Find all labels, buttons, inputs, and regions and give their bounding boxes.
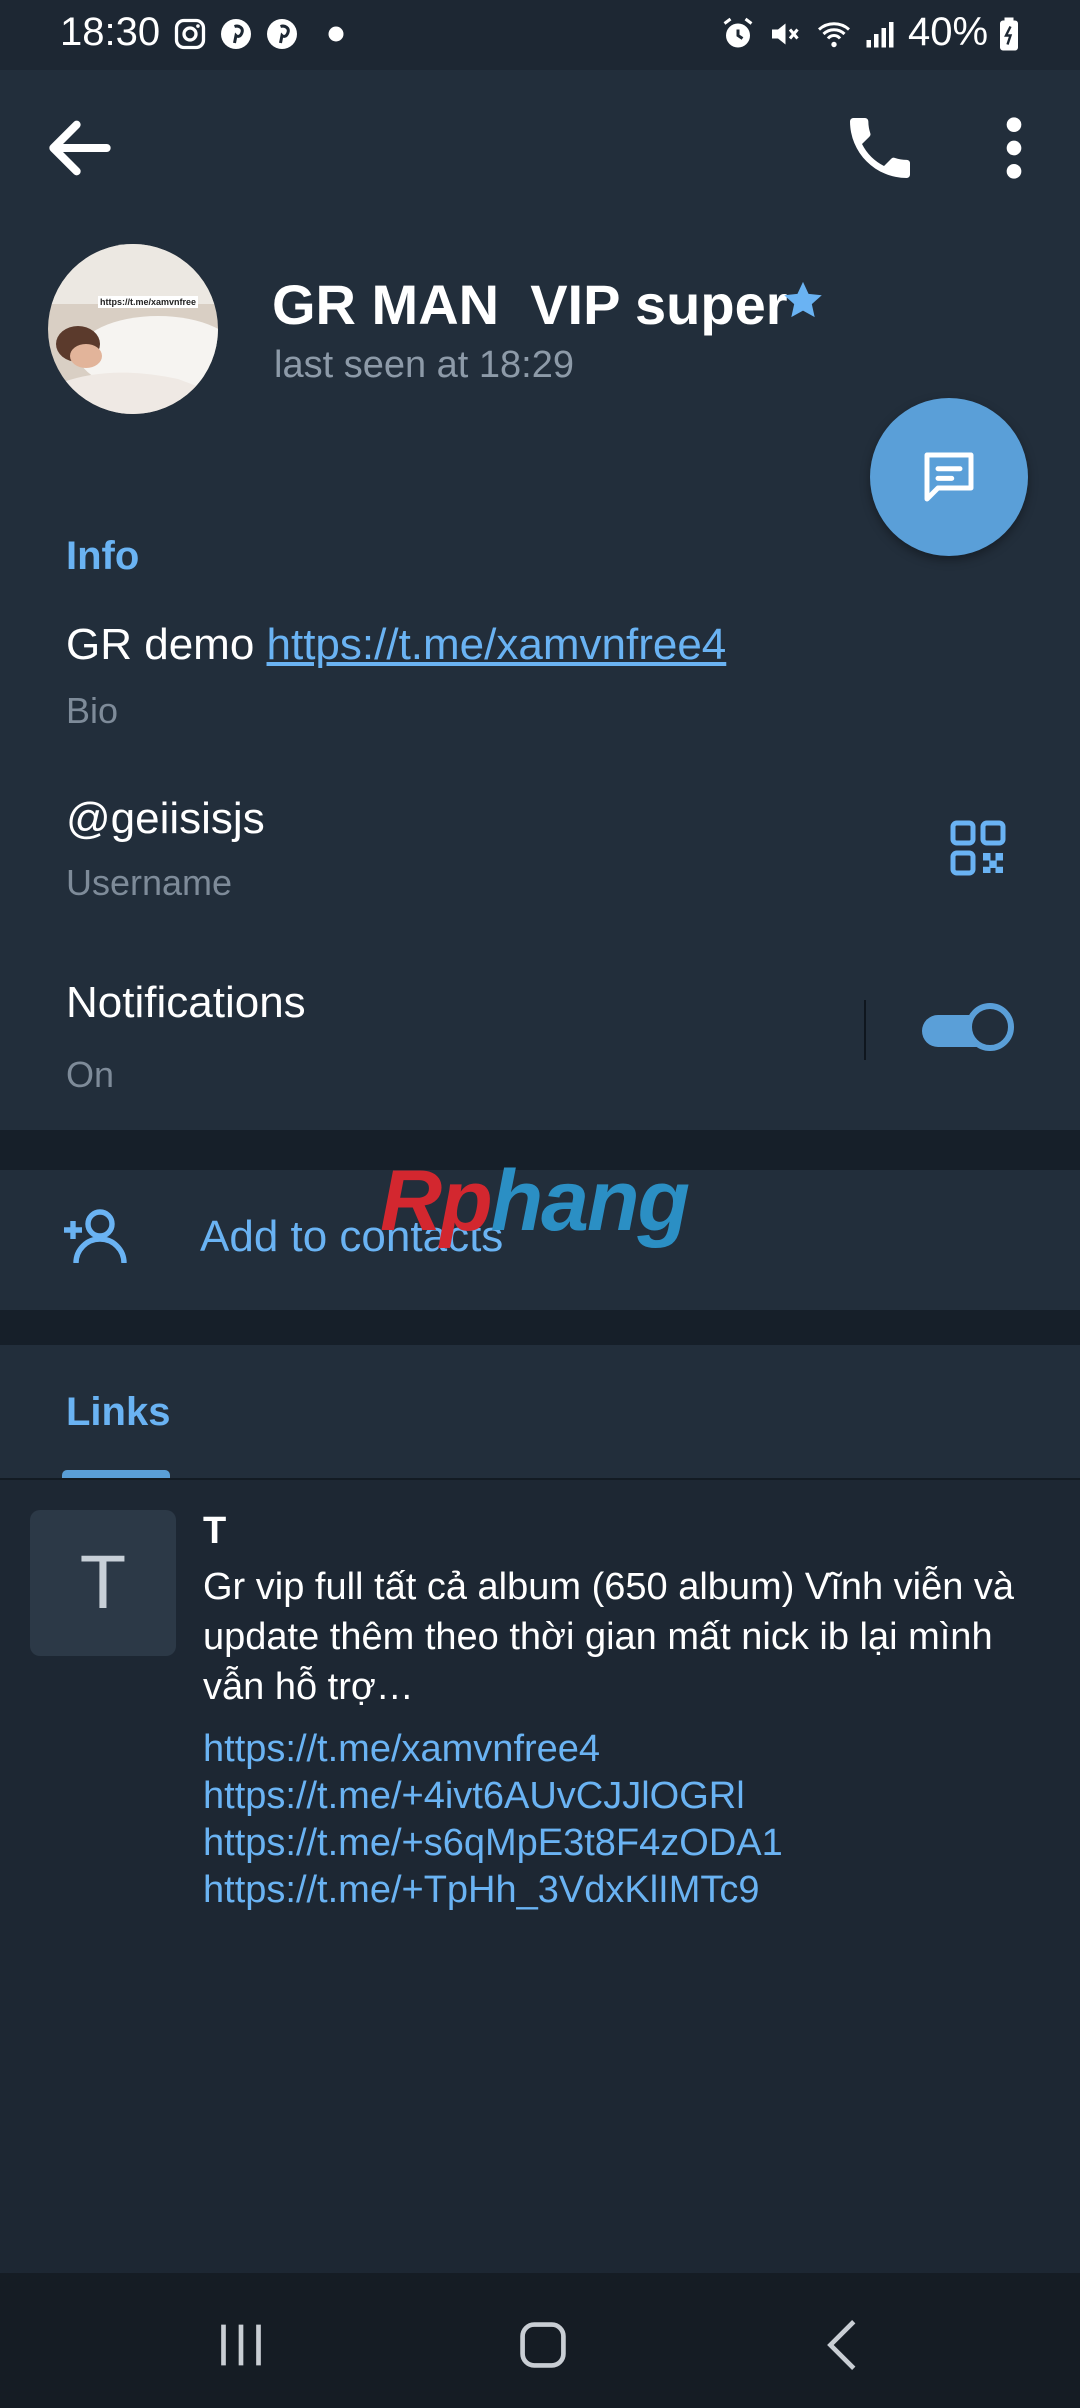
link-title[interactable]: T [203, 1510, 226, 1553]
bio-prefix: GR demo [66, 620, 267, 669]
premium-star-icon[interactable] [780, 278, 826, 324]
watermark-part1: Rp [380, 1153, 493, 1249]
more-vert-icon[interactable] [974, 108, 1054, 188]
bio-link[interactable]: https://t.me/xamvnfree4 [267, 620, 727, 669]
avatar-image [48, 244, 218, 414]
section-divider [0, 1310, 1080, 1345]
recent-apps-icon[interactable] [206, 2310, 276, 2380]
home-icon[interactable] [508, 2310, 578, 2380]
notifications-toggle[interactable] [922, 1003, 1018, 1057]
phone-icon[interactable] [840, 108, 920, 188]
link-url[interactable]: https://t.me/+s6qMpE3t8F4zODA1 [203, 1820, 783, 1867]
watermark-part2: hang [490, 1153, 690, 1249]
dot-icon [328, 26, 344, 42]
battery-icon [1000, 17, 1018, 51]
link-url[interactable]: https://t.me/+TpHh_3VdxKlIMTc9 [203, 1867, 783, 1914]
username-label: Username [66, 862, 233, 903]
wifi-icon [818, 22, 850, 48]
status-bar: 18:30 40% [0, 0, 1080, 70]
username-text[interactable]: @geiisisjs [66, 794, 265, 844]
signal-icon [866, 22, 894, 48]
alarm-icon [723, 17, 753, 48]
link-thumbnail-letter: T [79, 1540, 127, 1625]
tab-bar-divider [0, 1478, 1080, 1480]
pinterest-icon [221, 19, 251, 49]
message-icon [924, 452, 974, 502]
qr-code-icon[interactable] [948, 818, 1008, 878]
watermark-logo: Rphang [380, 1152, 690, 1251]
link-url-list: https://t.me/xamvnfree4 https://t.me/+4i… [203, 1726, 783, 1914]
profile-name: GR MAN VIP super [272, 273, 788, 336]
notifications-divider [864, 1000, 866, 1060]
instagram-icon [174, 18, 206, 50]
last-seen-status: last seen at 18:29 [274, 344, 574, 386]
link-thumbnail[interactable]: T [30, 1510, 176, 1656]
info-section-title: Info [66, 534, 140, 578]
notifications-title[interactable]: Notifications [66, 978, 306, 1028]
link-url[interactable]: https://t.me/+4ivt6AUvCJJlOGRl [203, 1773, 783, 1820]
link-url[interactable]: https://t.me/xamvnfree4 [203, 1726, 783, 1773]
battery-percent: 40% [908, 10, 989, 54]
avatar[interactable]: https://t.me/xamvnfree [48, 244, 218, 414]
back-arrow-icon[interactable] [40, 108, 120, 188]
back-nav-icon[interactable] [810, 2310, 880, 2380]
status-time: 18:30 [60, 10, 161, 54]
bio-text[interactable]: GR demo https://t.me/xamvnfree4 [66, 620, 726, 670]
toggle-knob [966, 1003, 1014, 1051]
bio-label: Bio [66, 690, 119, 731]
notifications-value: On [66, 1054, 115, 1095]
link-description[interactable]: Gr vip full tất cả album (650 album) Vĩn… [203, 1562, 1063, 1712]
message-button[interactable] [870, 398, 1028, 556]
pinterest-icon [267, 19, 297, 49]
avatar-watermark-text: https://t.me/xamvnfree [98, 296, 199, 308]
add-person-icon [64, 1209, 127, 1264]
mute-icon [772, 23, 799, 45]
tab-links[interactable]: Links [66, 1390, 170, 1435]
